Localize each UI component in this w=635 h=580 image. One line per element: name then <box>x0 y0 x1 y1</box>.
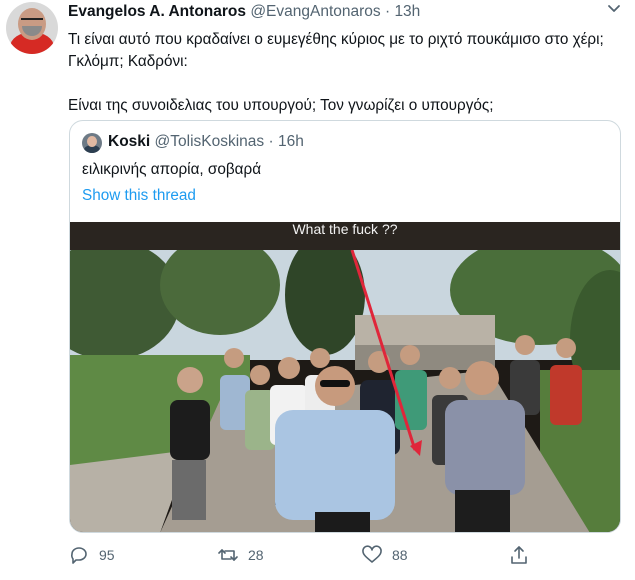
show-thread-link[interactable]: Show this thread <box>82 187 196 205</box>
heart-icon <box>362 545 382 563</box>
retweet-count: 28 <box>248 547 264 563</box>
quoted-author-avatar[interactable] <box>82 133 102 153</box>
like-count: 88 <box>392 547 408 563</box>
quoted-tweet-text: ειλικρινής απορία, σοβαρά <box>82 161 262 178</box>
quoted-tweet-media[interactable]: What the fuck ?? <box>70 222 620 532</box>
tweet-actions: 95 28 88 <box>0 536 635 576</box>
tweet-timestamp[interactable]: 13h <box>394 3 420 20</box>
chevron-down-icon[interactable] <box>607 4 621 14</box>
tweet-header: Evangelos A. Antonaros @EvangAntonaros ·… <box>68 3 605 23</box>
quoted-author-display-name[interactable]: Koski <box>108 133 150 150</box>
retweet-icon <box>218 549 238 561</box>
author-display-name[interactable]: Evangelos A. Antonaros <box>68 3 246 20</box>
media-caption: What the fuck ?? <box>70 222 620 251</box>
reply-icon <box>71 547 87 564</box>
quoted-tweet-header: Koski @TolisKoskinas · 16h <box>108 133 304 151</box>
tweet-text: Τι είναι αυτό που κραδαίνει ο ευμεγέθης … <box>68 31 604 114</box>
reply-button[interactable]: 95 <box>69 542 115 568</box>
retweet-button[interactable]: 28 <box>218 542 264 568</box>
quoted-tweet-timestamp[interactable]: 16h <box>278 133 304 150</box>
quoted-author-handle[interactable]: @TolisKoskinas <box>155 133 265 150</box>
reply-count: 95 <box>99 547 115 563</box>
author-avatar[interactable] <box>6 2 58 54</box>
tweet[interactable]: Evangelos A. Antonaros @EvangAntonaros ·… <box>0 0 635 580</box>
share-button[interactable] <box>509 542 529 568</box>
media-photo <box>70 250 620 532</box>
like-button[interactable]: 88 <box>362 542 408 568</box>
quoted-tweet[interactable]: Koski @TolisKoskinas · 16h ειλικρινής απ… <box>69 120 621 533</box>
author-handle[interactable]: @EvangAntonaros <box>250 3 380 20</box>
quoted-meta-separator: · <box>264 133 278 150</box>
share-icon <box>511 546 527 564</box>
meta-separator: · <box>380 3 395 20</box>
